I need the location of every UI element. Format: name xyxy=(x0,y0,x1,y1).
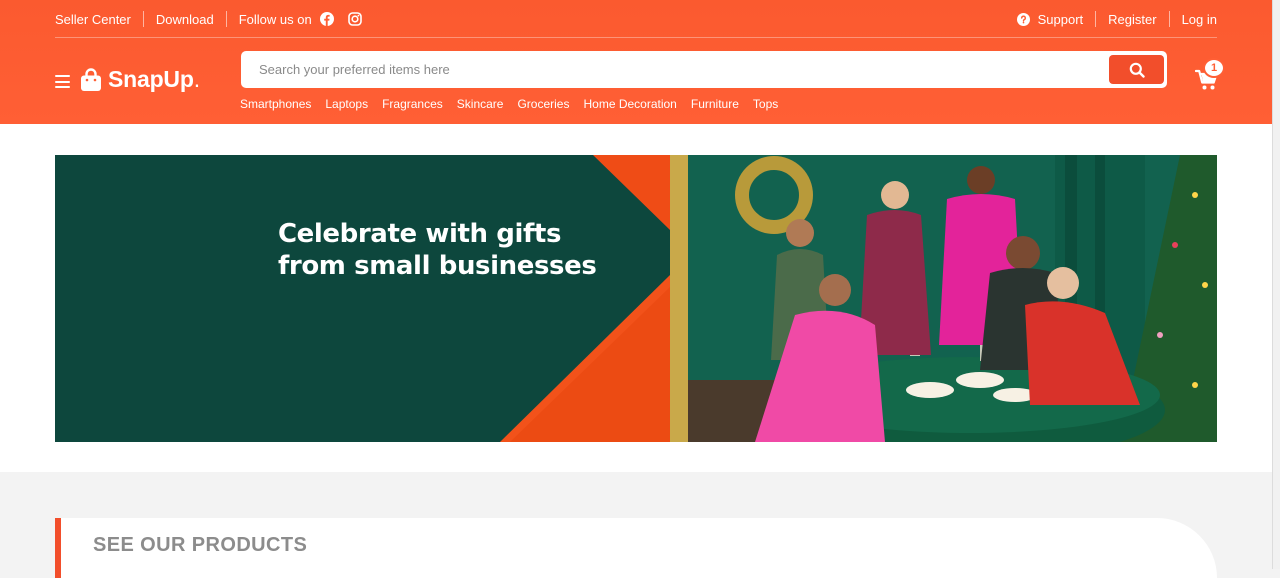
brand-name: SnapUp. xyxy=(108,66,200,92)
products-section: SEE OUR PRODUCTS xyxy=(55,518,1217,578)
search-icon xyxy=(1129,62,1145,78)
facebook-icon[interactable] xyxy=(319,12,334,26)
instagram-icon[interactable] xyxy=(347,12,362,26)
top-bar-right: Support Register Log in xyxy=(1016,11,1217,27)
top-bar-left: Seller Center Download Follow us on xyxy=(55,11,362,27)
search-input[interactable] xyxy=(241,51,1101,88)
category-home-decoration[interactable]: Home Decoration xyxy=(583,97,676,111)
site-header: Seller Center Download Follow us on Supp… xyxy=(0,0,1280,124)
category-nav: Smartphones Laptops Fragrances Skincare … xyxy=(240,97,792,111)
category-smartphones[interactable]: Smartphones xyxy=(240,97,311,111)
category-laptops[interactable]: Laptops xyxy=(325,97,368,111)
site-logo[interactable]: SnapUp. xyxy=(80,66,200,93)
divider xyxy=(225,11,227,27)
category-furniture[interactable]: Furniture xyxy=(691,97,739,111)
category-groceries[interactable]: Groceries xyxy=(517,97,569,111)
banner-headline: Celebrate with gifts from small business… xyxy=(278,219,597,281)
section-title: SEE OUR PRODUCTS xyxy=(93,534,308,556)
category-tops[interactable]: Tops xyxy=(753,97,778,111)
category-skincare[interactable]: Skincare xyxy=(457,97,504,111)
login-link[interactable]: Log in xyxy=(1182,12,1217,27)
download-link[interactable]: Download xyxy=(156,12,214,27)
category-fragrances[interactable]: Fragrances xyxy=(382,97,443,111)
divider xyxy=(142,11,144,27)
seller-center-link[interactable]: Seller Center xyxy=(55,12,131,27)
cart-count-badge: 1 xyxy=(1203,58,1225,78)
menu-icon[interactable] xyxy=(55,75,70,88)
support-link[interactable]: Support xyxy=(1038,12,1084,27)
banner-artwork xyxy=(55,155,1217,442)
shopping-bag-icon xyxy=(80,67,102,92)
search-bar xyxy=(241,51,1167,88)
register-link[interactable]: Register xyxy=(1108,12,1156,27)
search-button[interactable] xyxy=(1109,55,1164,84)
divider xyxy=(1168,11,1170,27)
section-accent-bar xyxy=(55,518,61,578)
scrollbar[interactable] xyxy=(1272,0,1280,569)
divider xyxy=(1095,11,1097,27)
follow-us-label: Follow us on xyxy=(238,11,312,27)
help-circle-icon xyxy=(1016,12,1030,26)
top-bar: Seller Center Download Follow us on Supp… xyxy=(55,0,1217,38)
promo-banner[interactable] xyxy=(55,155,1217,442)
